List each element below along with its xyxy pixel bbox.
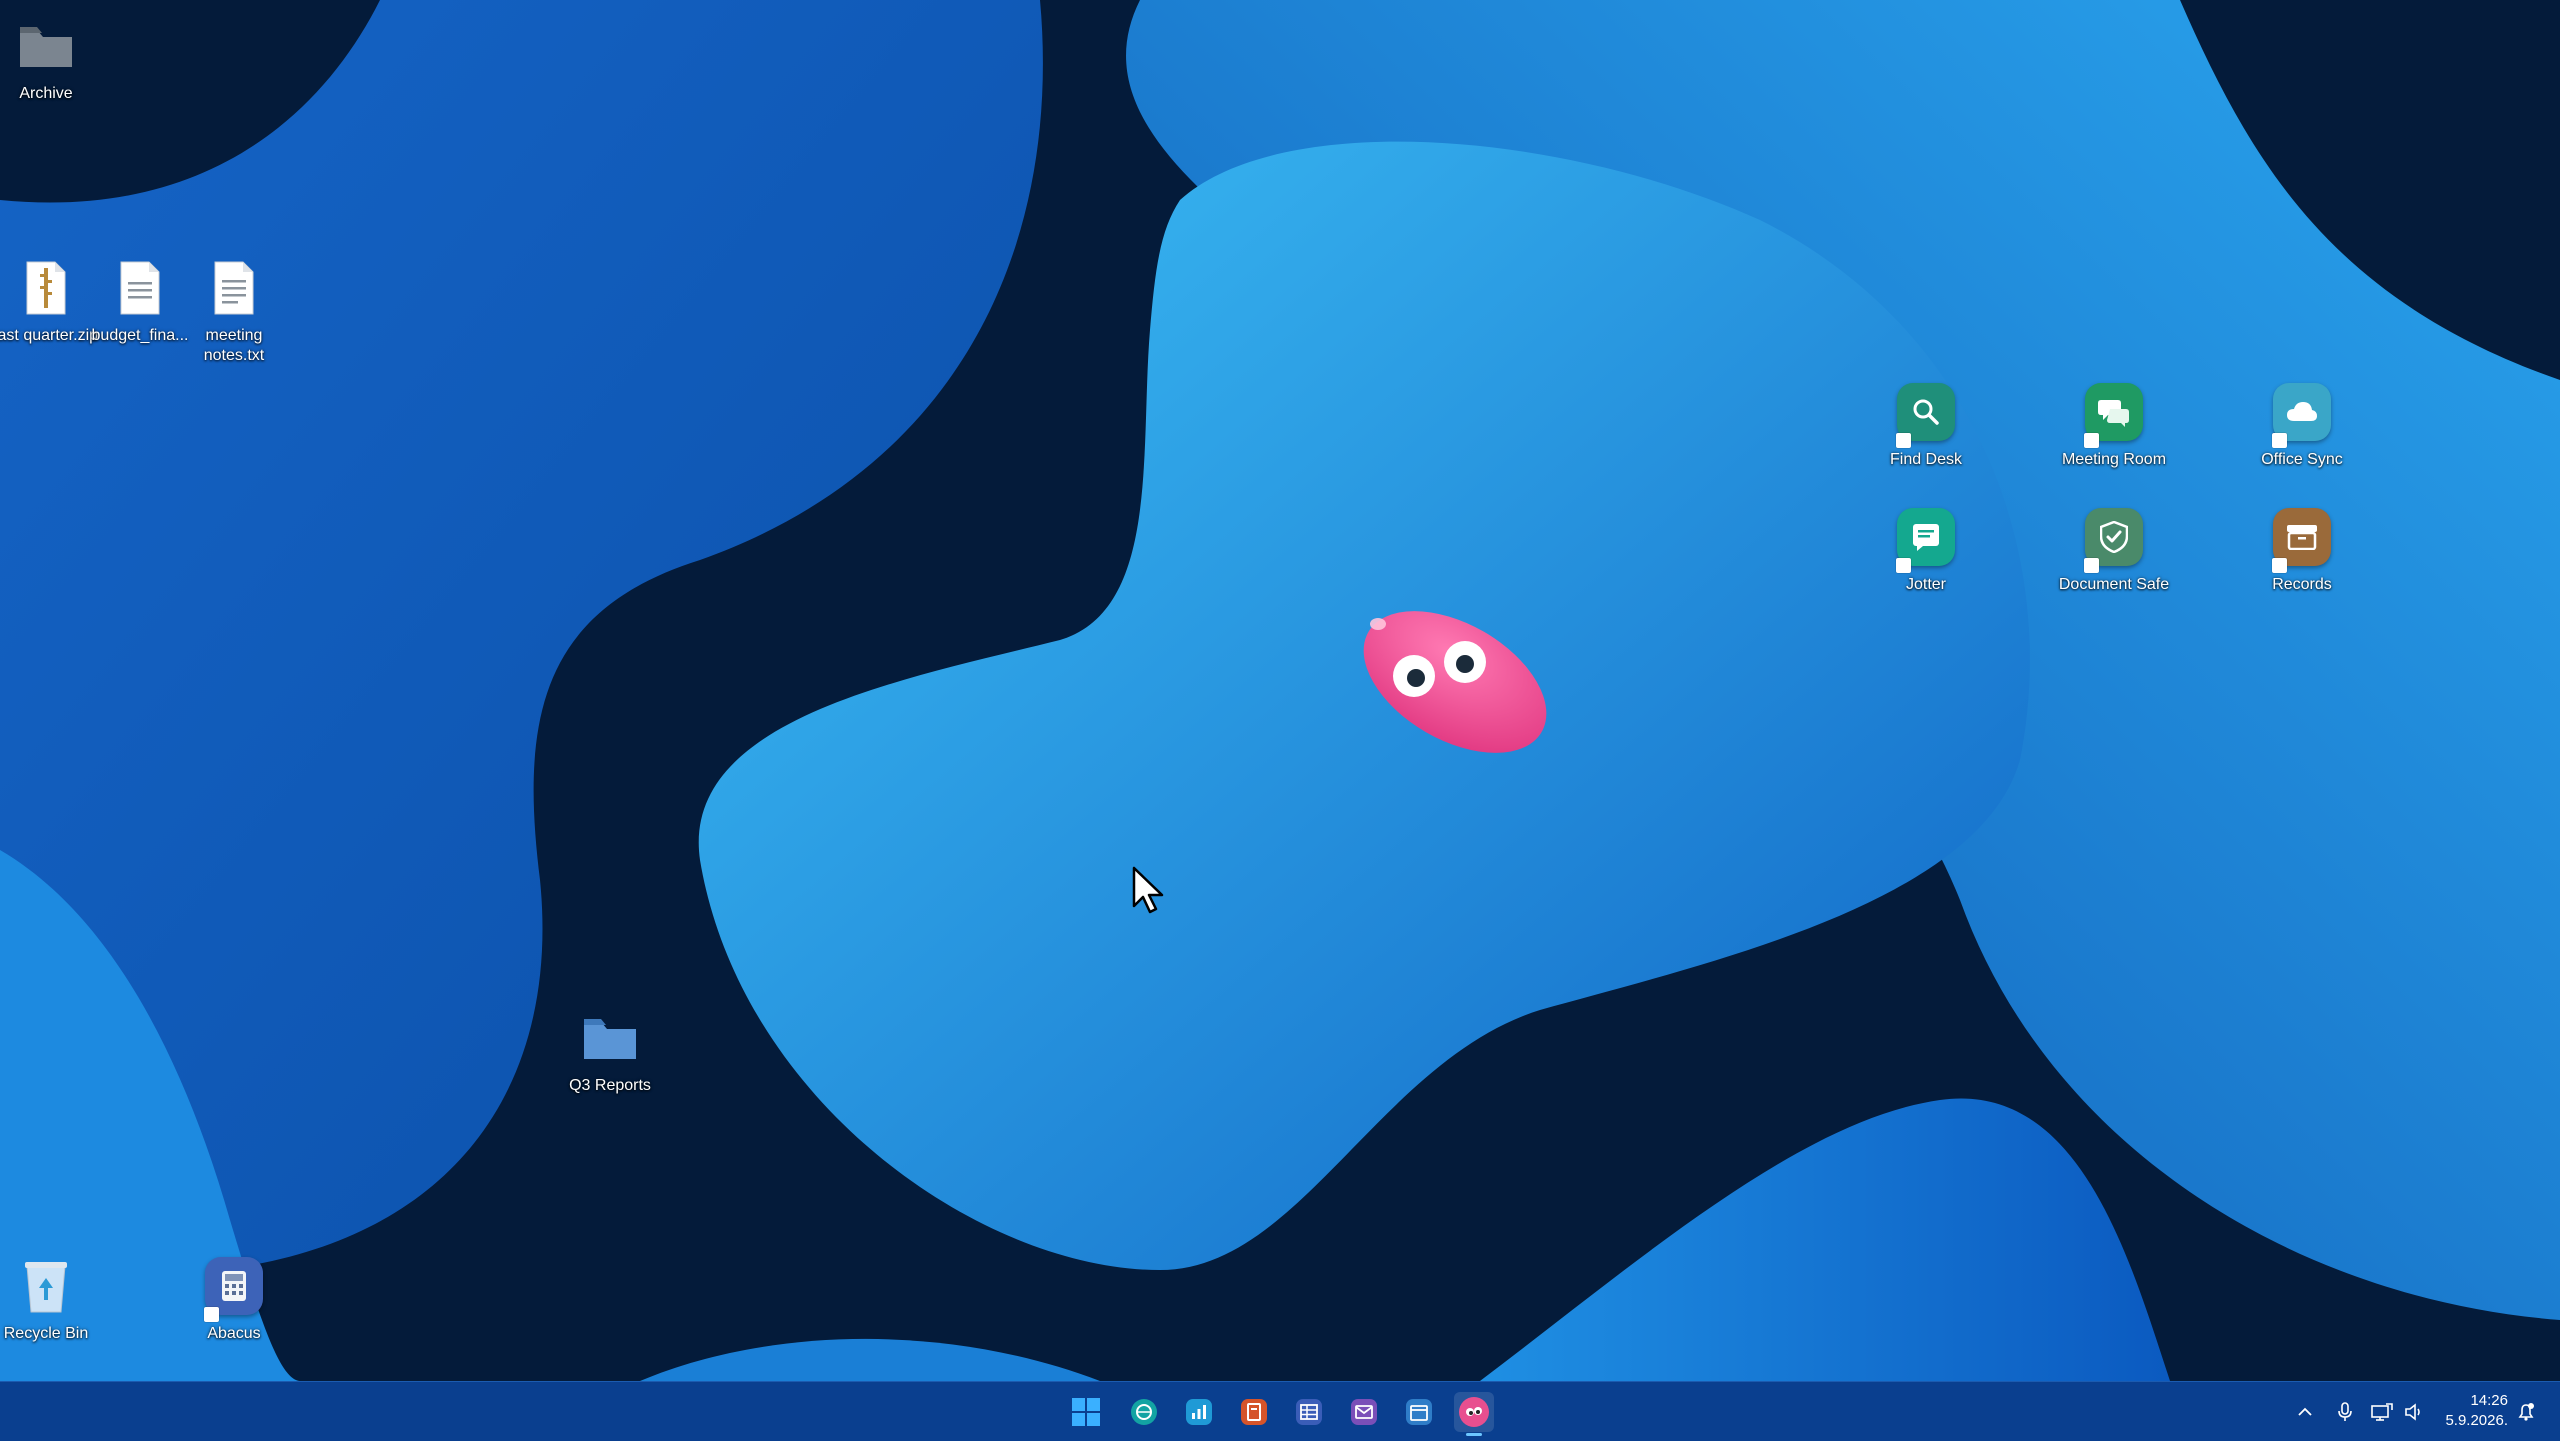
desktop-icon-q3-reports[interactable]: Q3 Reports <box>550 1006 670 1096</box>
desktop-icon-label: Find Desk <box>1889 451 1963 468</box>
taskbar-slides-button[interactable] <box>1234 1392 1274 1432</box>
desktop-icon-label: Abacus <box>207 1325 261 1342</box>
desktop-icon-office-sync[interactable]: Office Sync <box>2242 380 2362 470</box>
folder-icon <box>578 1006 642 1070</box>
clock-date: 5.9.2026. <box>2445 1412 2508 1429</box>
shortcut-arrow-icon <box>204 1307 219 1322</box>
zip-file-icon <box>14 256 78 320</box>
chat-icon <box>2082 380 2146 448</box>
desktop-icon-label: Meeting Room <box>2061 451 2167 468</box>
calendar-icon <box>1406 1399 1432 1425</box>
start-button[interactable] <box>1066 1392 1106 1432</box>
search-icon <box>1894 380 1958 448</box>
desktop-icon-recycle-bin[interactable]: Recycle Bin <box>0 1254 106 1344</box>
folder-icon <box>14 14 78 78</box>
shortcut-arrow-icon <box>1896 433 1911 448</box>
desktop-icon-label: Jotter <box>1905 576 1946 593</box>
desktop-icon-jotter[interactable]: Jotter <box>1866 505 1986 595</box>
notifications-bell-icon[interactable] <box>2514 1400 2538 1424</box>
pink-blob-character <box>1363 611 1547 753</box>
archive-box-icon <box>2270 505 2334 573</box>
bar-chart-icon <box>1186 1399 1212 1425</box>
desktop-icon-archive[interactable]: Archive <box>0 14 106 104</box>
desktop-icon-abacus[interactable]: Abacus <box>174 1254 294 1344</box>
taskbar: 14:26 5.9.2026. <box>0 1381 2560 1441</box>
clock-time: 14:26 <box>2470 1392 2508 1409</box>
desktop-icon-meeting-room[interactable]: Meeting Room <box>2054 380 2174 470</box>
pink-blob-app-icon <box>1459 1397 1489 1427</box>
globe-icon <box>1131 1399 1157 1425</box>
desktop-icon-label: meeting notes.txt <box>203 327 265 364</box>
desktop-icon-label: Recycle Bin <box>3 1325 89 1342</box>
calculator-icon <box>202 1254 266 1322</box>
desktop-icon-label: Office Sync <box>2261 451 2343 468</box>
shortcut-arrow-icon <box>2084 433 2099 448</box>
recycle-bin-icon <box>14 1254 78 1318</box>
presentation-icon <box>1241 1399 1267 1425</box>
taskbar-charts-button[interactable] <box>1179 1392 1219 1432</box>
shortcut-arrow-icon <box>2084 558 2099 573</box>
network-icon[interactable] <box>2370 1400 2394 1424</box>
document-icon <box>108 256 172 320</box>
desktop-icon-label: Archive <box>19 85 73 102</box>
desktop-icon-document-safe[interactable]: Document Safe <box>2054 505 2174 595</box>
shortcut-arrow-icon <box>1896 558 1911 573</box>
taskbar-blob-app-button[interactable] <box>1454 1392 1494 1436</box>
desktop-wallpaper <box>0 0 2560 1440</box>
mail-icon <box>1351 1399 1377 1425</box>
desktop-icon-records[interactable]: Records <box>2242 505 2362 595</box>
desktop-icon-meeting-notes[interactable]: meeting notes.txt <box>174 256 294 366</box>
volume-icon[interactable] <box>2402 1400 2426 1424</box>
taskbar-calendar-button[interactable] <box>1399 1392 1439 1432</box>
shortcut-arrow-icon <box>2272 433 2287 448</box>
desktop-icon-label: Records <box>2272 576 2332 593</box>
show-hidden-icons-chevron-icon[interactable] <box>2293 1400 2317 1424</box>
desktop-icon-label: Q3 Reports <box>569 1077 651 1094</box>
mouse-cursor <box>1132 866 1164 914</box>
active-indicator <box>1466 1433 1482 1436</box>
system-clock[interactable]: 14:26 5.9.2026. <box>2445 1391 2508 1431</box>
shield-icon <box>2082 505 2146 573</box>
taskbar-mail-button[interactable] <box>1344 1392 1384 1432</box>
desktop-icon-find-desk[interactable]: Find Desk <box>1866 380 1986 470</box>
shortcut-arrow-icon <box>2272 558 2287 573</box>
grid-icon <box>1296 1399 1322 1425</box>
note-icon <box>1894 505 1958 573</box>
taskbar-browser-button[interactable] <box>1124 1392 1164 1432</box>
cloud-icon <box>2270 380 2334 448</box>
desktop-icon-label: Document Safe <box>2058 576 2170 593</box>
taskbar-sheets-button[interactable] <box>1289 1392 1329 1432</box>
microphone-icon[interactable] <box>2333 1400 2357 1424</box>
text-file-icon <box>202 256 266 320</box>
windows-logo-icon <box>1072 1398 1100 1426</box>
